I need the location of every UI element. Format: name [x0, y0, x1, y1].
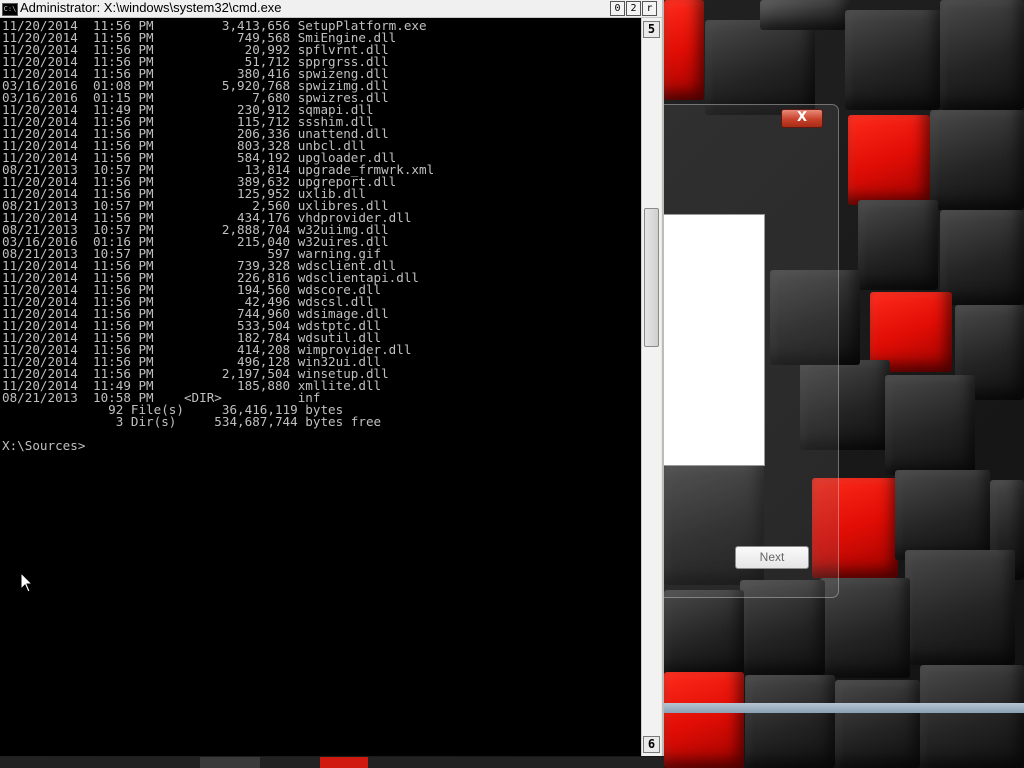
bg-cube — [905, 550, 1015, 665]
bg-cube — [858, 200, 938, 290]
bg-cube — [845, 10, 940, 110]
bg-cube — [920, 665, 1024, 768]
minimize-button[interactable]: 0 — [610, 1, 625, 16]
console-line: 3 Dir(s) 534,687,744 bytes free — [2, 414, 382, 429]
bg-cube — [930, 110, 1024, 210]
setup-close-button[interactable]: X — [781, 109, 823, 128]
mouse-pointer-icon — [20, 572, 34, 593]
taskbar-strip — [0, 757, 664, 768]
title-bar[interactable]: C:\ Administrator: X:\windows\system32\c… — [0, 0, 662, 18]
bg-cube-red — [664, 672, 744, 768]
taskbar-segment — [320, 757, 368, 768]
scroll-up-button[interactable]: 5 — [643, 21, 660, 38]
next-button[interactable]: Next — [735, 546, 809, 569]
bg-cube — [940, 210, 1024, 305]
maximize-button[interactable]: 2 — [626, 1, 641, 16]
bg-cube — [835, 680, 920, 768]
bg-cube-red — [848, 115, 930, 205]
bg-cube — [895, 470, 990, 560]
console-line: X:\Sources> — [2, 438, 86, 453]
bg-cube-red — [664, 0, 704, 100]
bg-cube — [745, 675, 835, 768]
console-output[interactable]: 11/20/2014 11:56 PM 3,413,656 SetupPlatf… — [0, 18, 641, 756]
cmd-app-icon[interactable]: C:\ — [2, 3, 18, 16]
bg-cube — [705, 20, 815, 115]
setup-content-panel — [664, 214, 765, 466]
cmd-window: C:\ Administrator: X:\windows\system32\c… — [0, 0, 664, 756]
setup-dialog: X Next — [664, 104, 839, 598]
vertical-scrollbar[interactable]: 5 6 — [641, 18, 661, 756]
scroll-down-button[interactable]: 6 — [643, 736, 660, 753]
taskbar-segment — [200, 757, 260, 768]
close-button[interactable]: r — [642, 1, 657, 16]
scroll-thumb[interactable] — [644, 208, 659, 347]
progress-bar — [664, 703, 1024, 713]
bg-cube — [885, 375, 975, 475]
bg-cube — [760, 0, 850, 30]
console-text: 11/20/2014 11:56 PM 3,413,656 SetupPlatf… — [0, 18, 641, 452]
bg-cube — [940, 0, 1024, 110]
bg-cube — [664, 590, 744, 675]
window-title: Administrator: X:\windows\system32\cmd.e… — [20, 0, 282, 15]
